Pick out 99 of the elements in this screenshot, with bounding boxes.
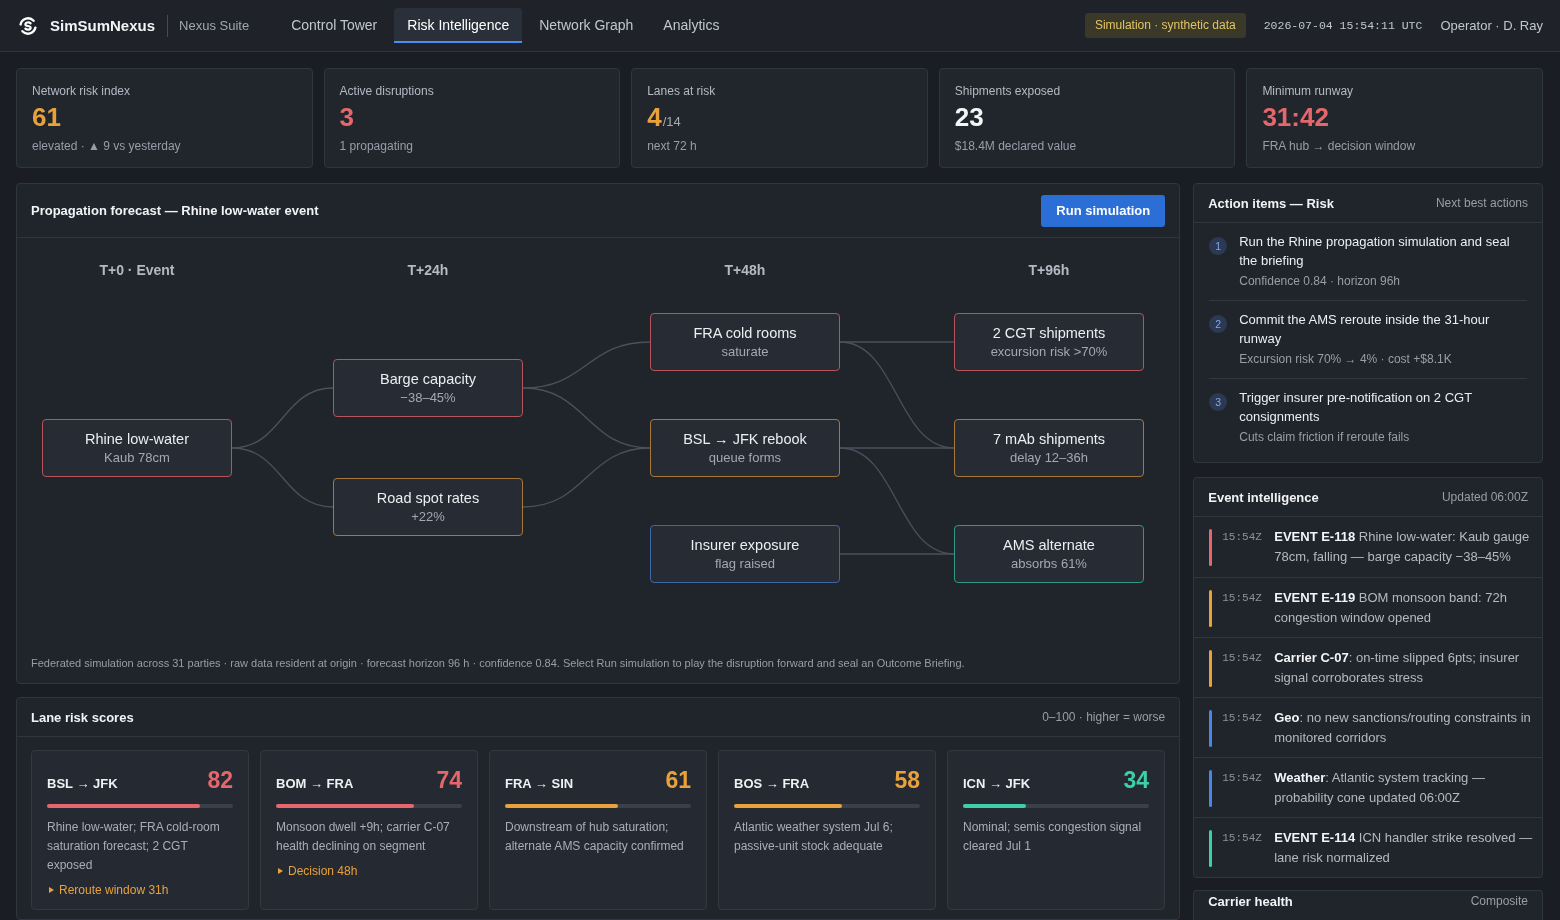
step-number: 1 — [1209, 237, 1228, 255]
step-number: 2 — [1209, 315, 1228, 333]
event-time: 15:54Z — [1222, 771, 1263, 786]
node-detail: saturate — [721, 342, 769, 361]
scale-note: 0–100 · higher = worse — [1042, 710, 1166, 724]
lane-score: 74 — [436, 767, 462, 793]
lane-route: FRA → SIN — [505, 775, 574, 793]
panel-title: Lane risk scores — [31, 709, 134, 725]
node-detail: queue forms — [708, 448, 782, 467]
timestamp: 2026-07-04 15:54:11 UTC — [1263, 19, 1423, 32]
node-detail: +22% — [411, 507, 445, 526]
updated-label: Updated 06:00Z — [1441, 490, 1528, 504]
kpi-detail: 1 propagating — [339, 138, 413, 154]
action-text: Trigger insurer pre-notification on 2 CGT consignments — [1239, 389, 1473, 426]
suite-name: Nexus Suite — [179, 18, 250, 33]
nav-tab[interactable]: Risk Intelligence — [394, 8, 523, 43]
footnote: Federated simulation across 31 parties · raw data resident at origin · forecast horizon 96 h · confidence 0.84. Select Run simulation to play the disruption forward and seal an Outcome Briefing. — [30, 656, 966, 671]
kpi-label: Network risk index — [32, 83, 131, 99]
kpi-detail: next 72 h — [647, 138, 697, 154]
event-text: Geo: no new sanctions/routing constraints in monitored corridors — [1274, 709, 1532, 747]
lane-description: Rhine low-water; FRA cold-room saturation forecast; 2 CGT exposed — [47, 819, 221, 874]
action-detail: Confidence 0.84 · horizon 96h — [1239, 273, 1401, 290]
panel-title: Propagation forecast — Rhine low-water event — [31, 203, 319, 218]
action-detail: Cuts claim friction if reroute fails — [1239, 429, 1411, 446]
event-text: EVENT E-119 BOM monsoon band: 72h congestion window opened — [1274, 589, 1508, 627]
lane-description: Atlantic weather system Jul 6; passive-unit stock adequate — [734, 819, 894, 855]
column-header: T+0 · Event — [98, 261, 176, 279]
event-time: 15:54Z — [1222, 651, 1263, 666]
node-detail: delay 12–36h — [1009, 448, 1089, 467]
node-title: Insurer exposure — [690, 535, 800, 555]
event-text: Carrier C-07: on-time slipped 6pts; insurer signal corroborates stress — [1274, 649, 1521, 687]
event-time: 15:54Z — [1222, 591, 1263, 606]
lane-score: 82 — [207, 767, 233, 793]
node-title: BSL → JFK rebook — [683, 429, 807, 449]
panel-title: Action items — Risk — [1208, 195, 1334, 211]
lane-score: 58 — [894, 767, 920, 793]
node-title: 2 CGT shipments — [992, 323, 1106, 343]
lane-route: BOM → FRA — [276, 775, 354, 793]
panel-subtitle: Composite — [1470, 894, 1528, 909]
lane-description: Monsoon dwell +9h; carrier C-07 health declining on segment — [276, 819, 451, 855]
panel-title: Carrier health — [1208, 894, 1293, 909]
column-header: T+48h — [723, 261, 767, 279]
node-title: Road spot rates — [376, 488, 480, 508]
kpi-label: Active disruptions — [339, 83, 434, 99]
kpi-value: 31:42 — [1262, 102, 1329, 132]
node-detail: Kaub 78cm — [104, 448, 170, 467]
event-time: 15:54Z — [1222, 831, 1263, 846]
kpi-label: Lanes at risk — [647, 83, 716, 99]
lane-route: BSL → JFK — [47, 775, 118, 793]
action-text: Commit the AMS reroute inside the 31-hour runway — [1239, 311, 1491, 348]
kpi-value: 4 — [647, 102, 662, 132]
nav-tab[interactable]: Control Tower — [278, 8, 391, 43]
node-detail: flag raised — [715, 554, 775, 573]
panel-title: Event intelligence — [1208, 489, 1319, 505]
kpi-detail: elevated · ▲ 9 vs yesterday — [32, 138, 181, 154]
lane-route: BOS → FRA — [734, 775, 810, 793]
column-header: T+96h — [1027, 261, 1071, 279]
run-simulation-button[interactable]: Run simulation — [1041, 194, 1166, 227]
brand-name: SimSumNexus — [50, 17, 156, 34]
node-title: FRA cold rooms — [693, 323, 797, 343]
lane-route: ICN → JFK — [963, 775, 1031, 793]
event-text: EVENT E-114 ICN handler strike resolved — lane risk normalized — [1274, 829, 1534, 867]
nav-tab[interactable]: Network Graph — [526, 8, 647, 43]
lane-description: Downstream of hub saturation; alternate AMS capacity confirmed — [505, 819, 685, 855]
action-text: Run the Rhine propagation simulation and seal the briefing — [1239, 233, 1511, 270]
event-text: EVENT E-118 Rhine low-water: Kaub gauge 78cm, falling — barge capacity −38–45% — [1274, 528, 1531, 566]
lane-action: Decision 48h — [288, 863, 358, 879]
logo-icon — [18, 15, 38, 36]
event-text: Weather: Atlantic system tracking — probability cone updated 06:00Z — [1274, 769, 1486, 807]
event-time: 15:54Z — [1222, 530, 1263, 545]
kpi-detail: FRA hub → decision window — [1262, 138, 1416, 154]
node-detail: absorbs 61% — [1011, 554, 1087, 573]
simulation-badge: Simulation · synthetic data — [1084, 13, 1246, 38]
triangle-icon — [278, 868, 283, 874]
kpi-label: Shipments exposed — [954, 83, 1061, 99]
kpi-suffix: /14 — [662, 114, 681, 129]
node-detail: −38–45% — [400, 388, 456, 407]
lane-action: Reroute window 31h — [59, 882, 169, 898]
nav-tab[interactable]: Analytics — [650, 8, 733, 43]
node-title: 7 mAb shipments — [993, 429, 1105, 449]
kpi-label: Minimum runway — [1262, 83, 1354, 99]
lane-description: Nominal; semis congestion signal cleared Jul 1 — [963, 819, 1143, 855]
action-detail: Excursion risk 70% → 4% · cost +$8.1K — [1239, 351, 1453, 368]
node-title: Rhine low-water — [85, 429, 189, 449]
triangle-icon — [49, 887, 54, 893]
kpi-value: 23 — [954, 102, 984, 132]
step-number: 3 — [1209, 393, 1228, 411]
kpi-value: 61 — [32, 102, 61, 132]
panel-subtitle: Next best actions — [1435, 196, 1528, 210]
operator-label: Operator · D. Ray — [1440, 18, 1543, 33]
column-header: T+24h — [406, 261, 450, 279]
kpi-value: 3 — [339, 102, 355, 132]
lane-score: 34 — [1123, 767, 1149, 793]
event-time: 15:54Z — [1222, 711, 1263, 726]
kpi-detail: $18.4M declared value — [954, 138, 1077, 154]
node-title: Barge capacity — [380, 369, 476, 389]
node-detail: excursion risk >70% — [990, 342, 1108, 361]
lane-score: 61 — [665, 767, 691, 793]
node-title: AMS alternate — [1003, 535, 1095, 555]
